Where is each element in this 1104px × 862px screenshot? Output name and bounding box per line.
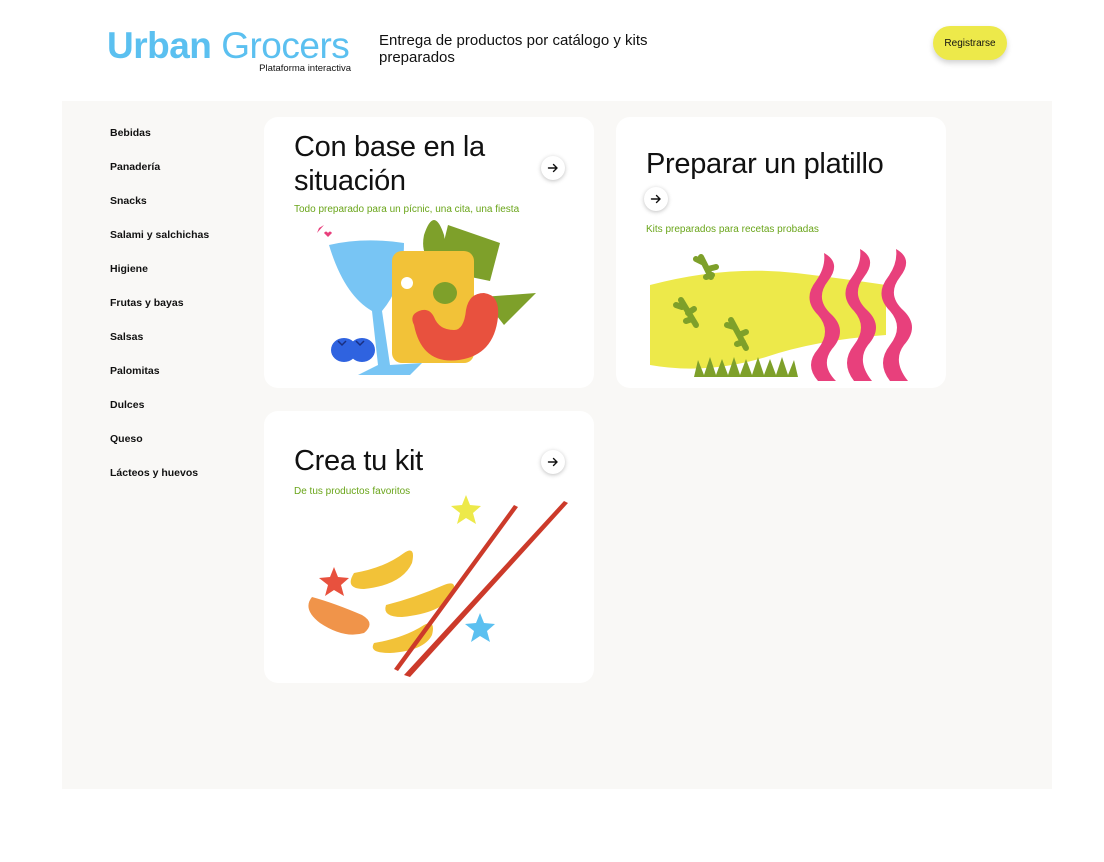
card-subtitle: Todo preparado para un pícnic, una cita,…	[294, 204, 520, 215]
arrow-right-icon[interactable]	[541, 450, 565, 474]
sidebar-item-frutas[interactable]: Frutas y bayas	[110, 297, 270, 331]
header: Urban Grocers Plataforma interactiva Ent…	[0, 0, 1104, 100]
main-panel: Bebidas Panadería Snacks Salami y salchi…	[62, 101, 1052, 789]
logo-wordmark: Urban Grocers	[107, 26, 357, 66]
card-build-kit[interactable]: Crea tu kit De tus productos favoritos	[264, 411, 594, 683]
card-subtitle: Kits preparados para recetas probadas	[646, 224, 819, 235]
register-button[interactable]: Registrarse	[933, 26, 1007, 60]
sidebar-item-lacteos[interactable]: Lácteos y huevos	[110, 467, 270, 501]
logo-subtitle: Plataforma interactiva	[259, 63, 351, 74]
kit-illustration	[308, 495, 568, 677]
card-cook-dish[interactable]: Preparar un platillo Kits preparados par…	[616, 117, 946, 388]
sidebar-item-snacks[interactable]: Snacks	[110, 195, 270, 229]
sidebar-item-salami[interactable]: Salami y salchichas	[110, 229, 270, 263]
arrow-right-icon[interactable]	[644, 187, 668, 211]
dish-illustration	[650, 249, 912, 381]
card-situation[interactable]: Con base en la situación Todo preparado …	[264, 117, 594, 388]
logo[interactable]: Urban Grocers Plataforma interactiva	[107, 26, 357, 76]
sidebar-item-panaderia[interactable]: Panadería	[110, 161, 270, 195]
sidebar-item-bebidas[interactable]: Bebidas	[110, 127, 270, 161]
category-sidebar: Bebidas Panadería Snacks Salami y salchi…	[110, 127, 270, 501]
sidebar-item-higiene[interactable]: Higiene	[110, 263, 270, 297]
picnic-illustration	[317, 220, 536, 375]
card-title: Preparar un platillo	[646, 148, 884, 180]
card-title: Con base en la situación	[294, 131, 485, 197]
logo-word-urban: Urban	[107, 25, 212, 66]
card-title: Crea tu kit	[294, 445, 423, 477]
sidebar-item-salsas[interactable]: Salsas	[110, 331, 270, 365]
logo-word-grocers: Grocers	[221, 25, 350, 66]
tagline: Entrega de productos por catálogo y kits…	[379, 32, 648, 66]
arrow-right-icon[interactable]	[541, 156, 565, 180]
sidebar-item-dulces[interactable]: Dulces	[110, 399, 270, 433]
sidebar-item-queso[interactable]: Queso	[110, 433, 270, 467]
sidebar-item-palomitas[interactable]: Palomitas	[110, 365, 270, 399]
